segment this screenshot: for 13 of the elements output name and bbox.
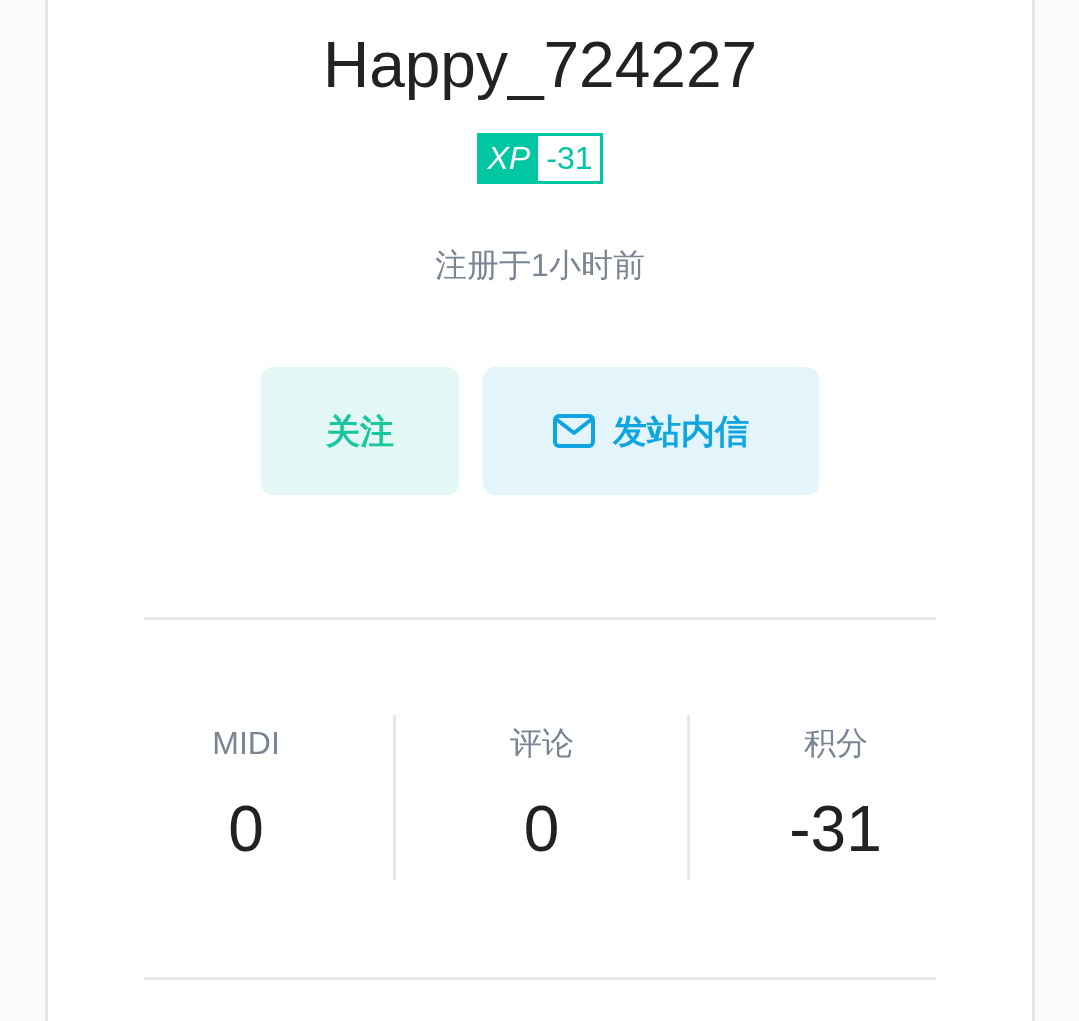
stat-label: 积分 <box>803 724 868 763</box>
stat-label: MIDI <box>212 724 280 763</box>
registration-time: 注册于1小时前 <box>435 246 645 285</box>
stat-value: 0 <box>523 792 560 867</box>
xp-value: -31 <box>538 136 601 181</box>
mail-icon <box>553 414 595 448</box>
message-button[interactable]: 发站内信 <box>483 367 819 495</box>
stat-label: 评论 <box>509 724 574 763</box>
follow-button[interactable]: 关注 <box>261 367 459 495</box>
username: Happy_724227 <box>322 28 758 102</box>
stat-value: 0 <box>228 792 264 867</box>
stat-value: -31 <box>789 792 882 867</box>
xp-label: XP <box>486 139 532 178</box>
